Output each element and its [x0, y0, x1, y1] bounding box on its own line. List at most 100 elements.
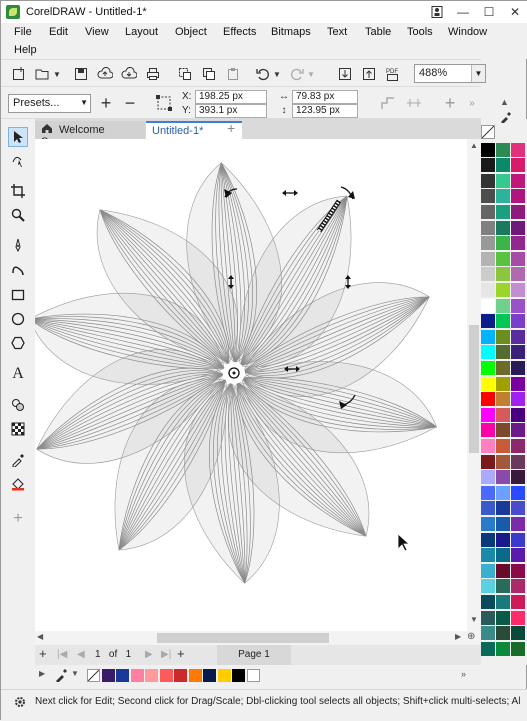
redo-icon[interactable] [288, 65, 306, 83]
doc-color-swatch[interactable] [232, 669, 245, 682]
color-swatch[interactable] [496, 407, 510, 422]
last-page-icon[interactable]: ▶| [161, 649, 171, 660]
color-swatch[interactable] [481, 548, 495, 563]
zoom-level-combo[interactable]: 488% ▼ [414, 64, 486, 83]
doc-no-color-swatch[interactable] [87, 669, 100, 682]
color-swatch[interactable] [511, 470, 525, 485]
color-swatch[interactable] [481, 298, 495, 313]
redo-dropdown-icon[interactable]: ▼ [306, 65, 316, 83]
transform-origin-icon[interactable] [379, 94, 397, 112]
color-swatch[interactable] [511, 532, 525, 547]
color-swatch[interactable] [481, 283, 495, 297]
next-page-icon[interactable]: ▶ [145, 649, 153, 660]
freehand-tool-icon[interactable] [8, 235, 28, 255]
horizontal-scroll-thumb[interactable] [157, 633, 329, 643]
maximize-button[interactable]: ☐ [476, 1, 502, 23]
color-swatch[interactable] [481, 329, 495, 344]
color-swatch[interactable] [511, 610, 525, 625]
pick-tool-icon[interactable] [8, 127, 28, 147]
add-page-after-icon[interactable]: + [177, 646, 185, 661]
doc-color-swatch[interactable] [101, 669, 115, 682]
rectangle-tool-icon[interactable] [8, 285, 28, 305]
color-swatch[interactable] [496, 454, 510, 469]
color-swatch[interactable] [481, 423, 495, 438]
color-swatch[interactable] [511, 392, 525, 407]
color-swatch[interactable] [481, 517, 495, 531]
doc-color-swatch[interactable] [130, 669, 144, 682]
paste-icon[interactable] [224, 65, 242, 83]
print-icon[interactable] [144, 65, 162, 83]
color-swatch[interactable] [496, 220, 510, 235]
color-swatch[interactable] [496, 314, 510, 329]
menu-text[interactable]: Text [327, 26, 347, 38]
scroll-down-icon[interactable]: ▼ [470, 615, 478, 624]
palette-eyedropper-icon[interactable] [55, 668, 67, 685]
doc-color-swatch[interactable] [145, 669, 158, 682]
doc-color-swatch[interactable] [203, 669, 216, 682]
color-swatch[interactable] [496, 548, 510, 563]
open-folder-icon[interactable] [34, 65, 52, 83]
tab-welcome-screen[interactable]: Welcome Screen [35, 121, 145, 148]
palette-flyout-icon[interactable]: ▶ [39, 669, 45, 678]
cloud-upload-icon[interactable] [96, 65, 114, 83]
new-document-icon[interactable] [10, 65, 28, 83]
height-field[interactable]: 123.95 px [292, 104, 358, 118]
color-swatch[interactable] [481, 392, 495, 407]
polygon-tool-icon[interactable] [8, 333, 28, 353]
color-swatch[interactable] [481, 501, 495, 516]
color-swatch[interactable] [511, 267, 525, 282]
color-swatch[interactable] [496, 392, 510, 407]
doc-color-swatch[interactable] [174, 669, 187, 682]
color-swatch[interactable] [511, 283, 525, 297]
cut-icon[interactable] [176, 65, 194, 83]
vertical-scrollbar[interactable]: ▲ ▼ [467, 139, 481, 631]
presets-dropdown[interactable]: Presets... ▼ [8, 94, 91, 113]
color-swatch[interactable] [481, 470, 495, 485]
ellipse-tool-icon[interactable] [8, 309, 28, 329]
color-swatch[interactable] [496, 345, 510, 360]
color-swatch[interactable] [511, 142, 525, 157]
color-swatch[interactable] [481, 361, 495, 375]
publish-pdf-icon[interactable]: PDF [384, 65, 402, 83]
color-swatch[interactable] [481, 189, 495, 204]
color-swatch[interactable] [511, 548, 525, 563]
color-swatch[interactable] [496, 517, 510, 531]
save-icon[interactable] [72, 65, 90, 83]
color-swatch[interactable] [496, 439, 510, 453]
color-swatch[interactable] [481, 626, 495, 641]
color-swatch[interactable] [481, 205, 495, 219]
color-swatch[interactable] [511, 439, 525, 453]
color-swatch[interactable] [496, 267, 510, 282]
scroll-right-icon[interactable]: ▶ [455, 632, 461, 641]
menu-view[interactable]: View [85, 26, 109, 38]
color-swatch[interactable] [496, 610, 510, 625]
color-swatch[interactable] [496, 189, 510, 204]
drawing-canvas[interactable] [35, 139, 467, 631]
color-swatch[interactable] [511, 579, 525, 594]
palette-scroll-right-icon[interactable]: » [461, 669, 466, 679]
zoom-dropdown-icon[interactable]: ▼ [471, 65, 485, 82]
menu-layout[interactable]: Layout [125, 26, 158, 38]
menu-tools[interactable]: Tools [407, 26, 433, 38]
help-person-icon[interactable] [424, 1, 450, 23]
no-color-swatch[interactable] [481, 125, 495, 139]
color-swatch[interactable] [511, 563, 525, 578]
color-swatch[interactable] [496, 205, 510, 219]
undo-icon[interactable] [254, 65, 272, 83]
color-swatch[interactable] [511, 454, 525, 469]
interactive-fill-tool-icon[interactable] [8, 395, 28, 415]
first-page-icon[interactable]: |◀ [57, 649, 67, 660]
status-gear-icon[interactable] [13, 695, 27, 712]
color-swatch[interactable] [511, 407, 525, 422]
import-icon[interactable] [336, 65, 354, 83]
add-tool-icon[interactable]: + [8, 509, 28, 529]
color-swatch[interactable] [496, 158, 510, 173]
color-swatch[interactable] [481, 439, 495, 453]
color-swatch[interactable] [481, 579, 495, 594]
color-swatch[interactable] [481, 563, 495, 578]
color-swatch[interactable] [511, 329, 525, 344]
color-swatch[interactable] [511, 314, 525, 329]
add-icon[interactable]: + [441, 93, 459, 113]
color-swatch[interactable] [496, 579, 510, 594]
color-swatch[interactable] [511, 173, 525, 188]
